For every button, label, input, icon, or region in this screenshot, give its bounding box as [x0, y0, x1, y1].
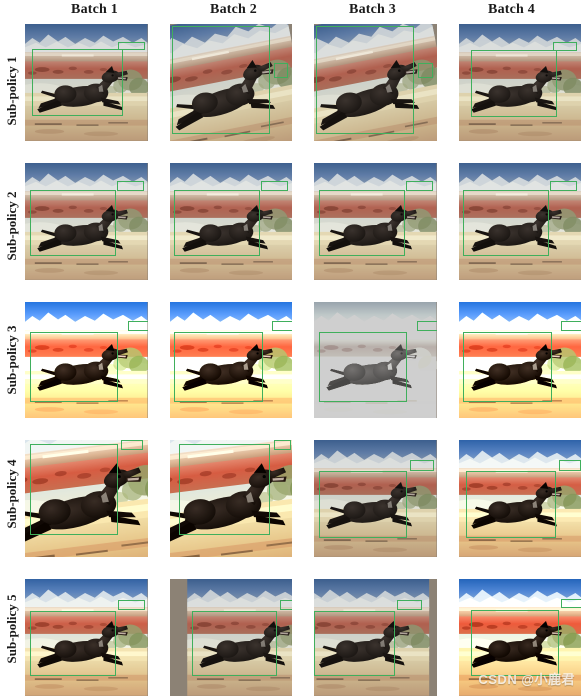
- augmented-photo: [314, 162, 437, 280]
- dog-desert-photo: [458, 440, 581, 558]
- augmented-photo: [169, 301, 292, 419]
- dog-desert-photo: [25, 301, 148, 419]
- cell-r3c2: [169, 301, 292, 419]
- image-grid: [25, 24, 581, 696]
- cell-r4c3: [314, 440, 437, 558]
- cell-r2c2: [169, 162, 292, 280]
- column-header-batch-3: Batch 3: [349, 2, 396, 17]
- augmented-photo: [314, 24, 437, 141]
- row-label-sub-policy-2: Sub-policy 2: [4, 191, 19, 261]
- dog-desert-photo: [314, 162, 437, 280]
- dog-desert-photo: [314, 24, 437, 141]
- cell-r1c1: [25, 24, 148, 141]
- cell-r1c3: [314, 24, 437, 141]
- augmented-photo: [169, 162, 292, 280]
- column-header-batch-4: Batch 4: [488, 2, 535, 17]
- dog-desert-photo: [169, 24, 292, 141]
- augmented-photo: [25, 440, 148, 558]
- row-label-cell-4: Sub-policy 4: [0, 427, 24, 561]
- row-label-cell-5: Sub-policy 5: [0, 562, 24, 696]
- cell-r5c1: [25, 579, 148, 696]
- cell-r1c4: [458, 24, 581, 141]
- dog-desert-photo: [169, 301, 292, 419]
- dog-desert-photo: [314, 579, 430, 696]
- augmented-photo: [458, 301, 581, 419]
- augmented-photo: [314, 579, 437, 696]
- dog-desert-photo: [25, 162, 148, 280]
- cell-r4c1: [25, 440, 148, 558]
- dog-desert-photo: [169, 440, 292, 558]
- csdn-watermark: CSDN @小鹿君: [478, 672, 575, 687]
- dog-desert-photo: [458, 24, 581, 141]
- dog-desert-photo: [25, 579, 148, 696]
- column-header-batch-1: Batch 1: [71, 2, 118, 17]
- column-header-row: Batch 1 Batch 2 Batch 3 Batch 4: [25, 0, 581, 22]
- dog-desert-photo: [314, 301, 437, 419]
- augmented-photo: [314, 440, 437, 558]
- dog-desert-photo: [314, 440, 437, 558]
- cell-r2c3: [314, 162, 437, 280]
- dog-desert-photo: [169, 162, 292, 280]
- augmented-photo: [458, 440, 581, 558]
- row-label-cell-3: Sub-policy 3: [0, 293, 24, 427]
- augmented-photo: [25, 301, 148, 419]
- cell-r2c1: [25, 162, 148, 280]
- augmented-photo: [169, 440, 292, 558]
- dog-desert-photo: [458, 301, 581, 419]
- row-label-cell-2: Sub-policy 2: [0, 158, 24, 292]
- augmented-photo: [170, 579, 292, 696]
- augmented-photo: [314, 301, 437, 419]
- row-label-sub-policy-5: Sub-policy 5: [4, 594, 19, 664]
- sub-policy-batch-figure: Batch 1 Batch 2 Batch 3 Batch 4 Sub-poli…: [0, 0, 581, 696]
- row-label-sub-policy-3: Sub-policy 3: [4, 325, 19, 395]
- augmented-photo: [25, 24, 148, 141]
- cell-r4c4: [458, 440, 581, 558]
- cell-r1c2: [169, 24, 292, 141]
- augmented-photo: [458, 24, 581, 141]
- augmented-photo: [169, 24, 292, 141]
- augmented-photo: [458, 162, 581, 280]
- cell-r3c4: [458, 301, 581, 419]
- row-label-cell-1: Sub-policy 1: [0, 24, 24, 158]
- cell-r5c2: [169, 579, 292, 696]
- row-label-sub-policy-4: Sub-policy 4: [4, 459, 19, 529]
- cell-r3c1: [25, 301, 148, 419]
- dog-desert-photo: [25, 24, 148, 141]
- column-header-batch-2: Batch 2: [210, 2, 257, 17]
- cell-r5c3: [314, 579, 437, 696]
- dog-desert-photo: [458, 162, 581, 280]
- row-label-sub-policy-1: Sub-policy 1: [4, 56, 19, 126]
- cell-r2c4: [458, 162, 581, 280]
- augmented-photo: [25, 162, 148, 280]
- cell-r3c3: [314, 301, 437, 419]
- augmented-photo: [25, 579, 148, 696]
- cell-r4c2: [169, 440, 292, 558]
- dog-desert-photo: [186, 579, 292, 696]
- row-label-column: Sub-policy 1 Sub-policy 2 Sub-policy 3 S…: [0, 24, 24, 696]
- dog-desert-photo: [25, 440, 148, 558]
